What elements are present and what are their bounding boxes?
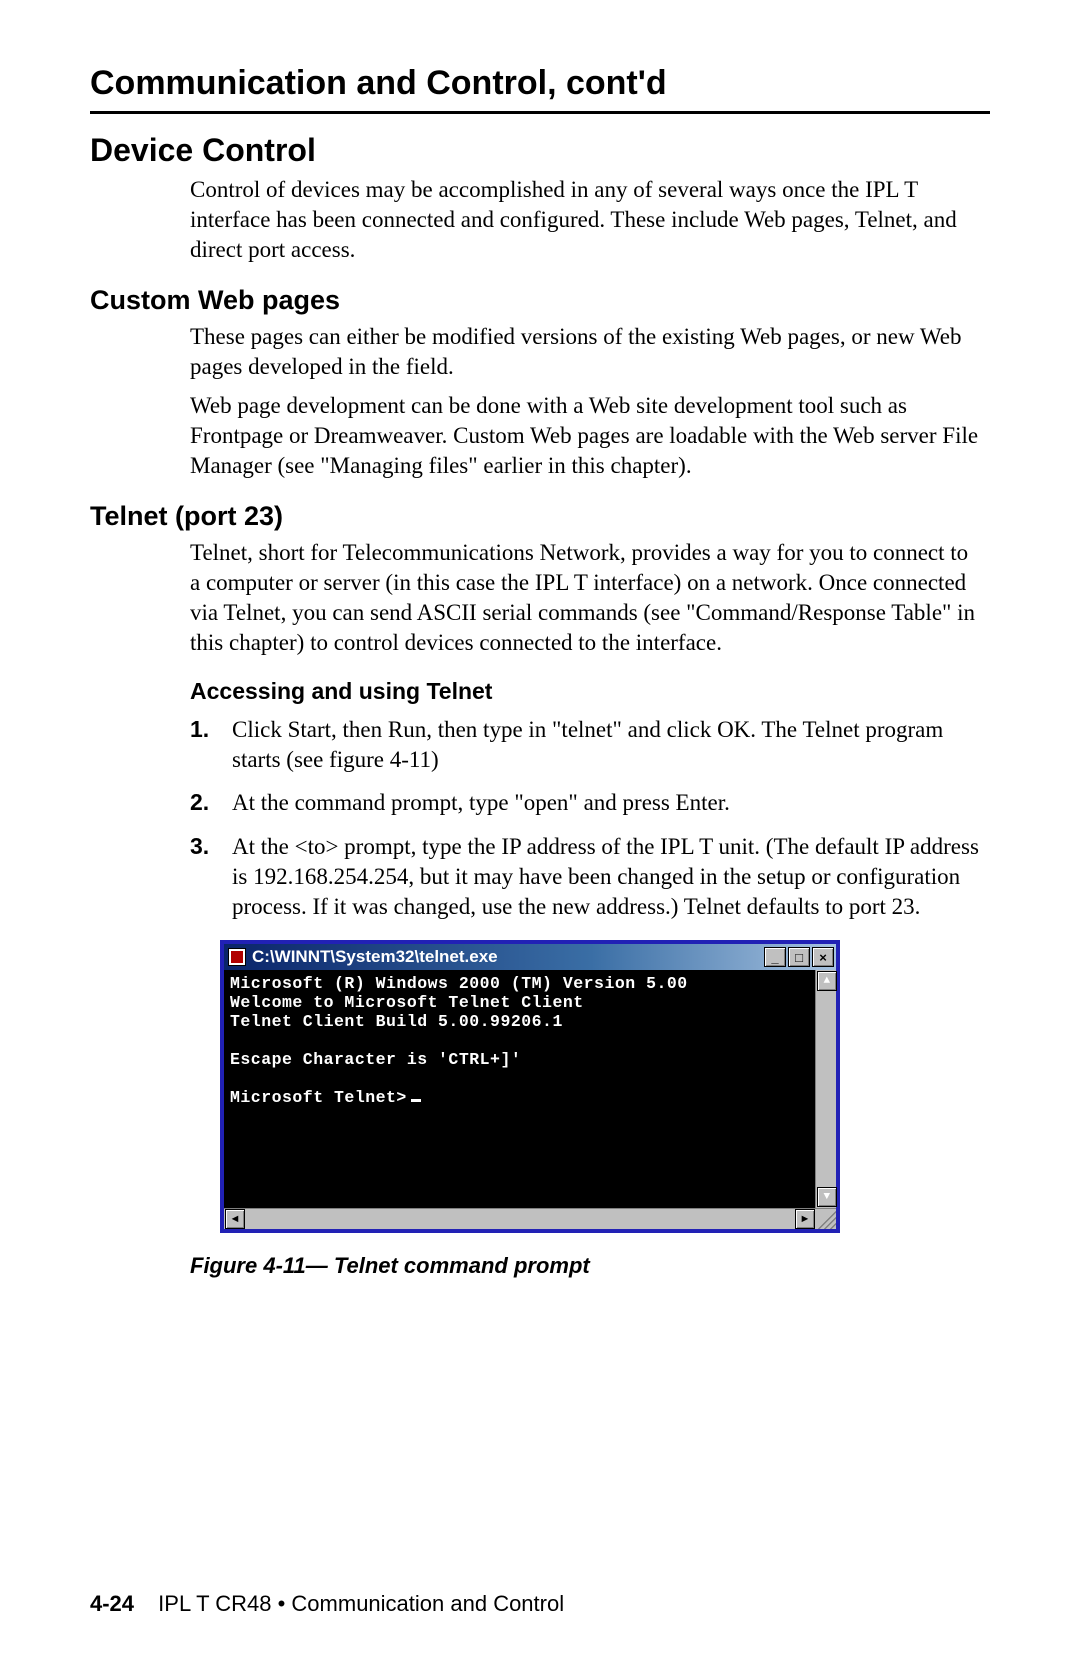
step-text: Click Start, then Run, then type in "tel… xyxy=(232,715,980,775)
section-title: Communication and Control, cont'd xyxy=(90,64,990,103)
cursor-icon xyxy=(411,1099,421,1102)
console-line: Telnet Client Build 5.00.99206.1 xyxy=(230,1012,563,1031)
scroll-left-button[interactable]: ◄ xyxy=(225,1209,245,1229)
page-footer: 4-24 IPL T CR48 • Communication and Cont… xyxy=(90,1591,564,1617)
resize-grip-icon[interactable] xyxy=(816,1209,836,1229)
console-line: Microsoft Telnet> xyxy=(230,1088,407,1107)
intro-paragraph: Control of devices may be accomplished i… xyxy=(190,175,980,265)
heading-accessing-telnet: Accessing and using Telnet xyxy=(190,678,990,705)
scroll-track[interactable] xyxy=(816,992,836,1186)
heading-device-control: Device Control xyxy=(90,132,990,169)
figure-caption: Figure 4-11— Telnet command prompt xyxy=(190,1253,990,1279)
scroll-up-button[interactable]: ▲ xyxy=(817,971,837,991)
console-output[interactable]: Microsoft (R) Windows 2000 (TM) Version … xyxy=(224,970,836,1208)
list-item: 3. At the <to> prompt, type the IP addre… xyxy=(190,832,980,922)
step-number: 3. xyxy=(190,832,232,922)
telnet-window: C:\WINNT\System32\telnet.exe _ □ × Micro… xyxy=(220,940,840,1233)
console-line: Microsoft (R) Windows 2000 (TM) Version … xyxy=(230,974,688,993)
step-text: At the <to> prompt, type the IP address … xyxy=(232,832,980,922)
scroll-right-button[interactable]: ► xyxy=(795,1209,815,1229)
console-line: Welcome to Microsoft Telnet Client xyxy=(230,993,584,1012)
scroll-down-button[interactable]: ▼ xyxy=(817,1187,837,1207)
close-button[interactable]: × xyxy=(812,947,834,967)
step-number: 1. xyxy=(190,715,232,775)
window-buttons: _ □ × xyxy=(762,947,836,967)
horizontal-scrollbar[interactable]: ◄ ► xyxy=(224,1208,836,1229)
console-wrap: Microsoft (R) Windows 2000 (TM) Version … xyxy=(224,970,836,1208)
vertical-scrollbar[interactable]: ▲ ▼ xyxy=(815,970,836,1208)
window-title: C:\WINNT\System32\telnet.exe xyxy=(252,947,762,967)
custom-web-p2: Web page development can be done with a … xyxy=(190,391,980,481)
window-titlebar: C:\WINNT\System32\telnet.exe _ □ × xyxy=(224,944,836,970)
heading-custom-web-pages: Custom Web pages xyxy=(90,285,990,316)
telnet-steps-list: 1. Click Start, then Run, then type in "… xyxy=(190,715,990,922)
maximize-button[interactable]: □ xyxy=(788,947,810,967)
console-line: Escape Character is 'CTRL+]' xyxy=(230,1050,521,1069)
list-item: 1. Click Start, then Run, then type in "… xyxy=(190,715,980,775)
horizontal-rule xyxy=(90,111,990,114)
telnet-p1: Telnet, short for Telecommunications Net… xyxy=(190,538,980,658)
heading-telnet: Telnet (port 23) xyxy=(90,501,990,532)
scroll-track[interactable] xyxy=(246,1210,794,1228)
step-text: At the command prompt, type "open" and p… xyxy=(232,788,980,818)
app-icon xyxy=(228,948,246,966)
footer-text: IPL T CR48 • Communication and Control xyxy=(158,1591,564,1616)
step-number: 2. xyxy=(190,788,232,818)
figure-telnet-window: C:\WINNT\System32\telnet.exe _ □ × Micro… xyxy=(220,940,990,1233)
minimize-button[interactable]: _ xyxy=(764,947,786,967)
list-item: 2. At the command prompt, type "open" an… xyxy=(190,788,980,818)
page-number: 4-24 xyxy=(90,1591,134,1616)
custom-web-p1: These pages can either be modified versi… xyxy=(190,322,980,382)
